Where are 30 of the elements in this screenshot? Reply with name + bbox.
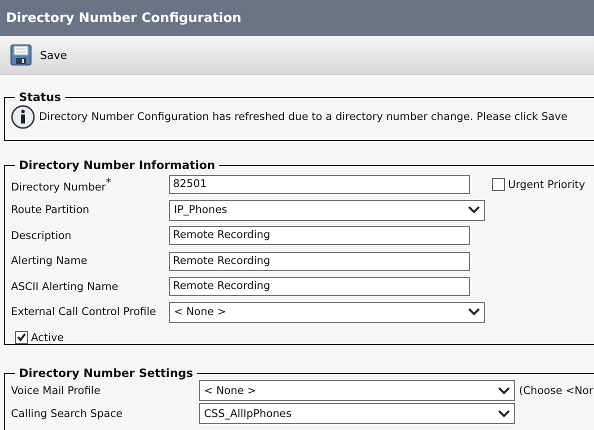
text-field[interactable]: 82501 bbox=[169, 175, 470, 194]
dropdown[interactable]: < None > bbox=[199, 380, 515, 401]
dropdown[interactable]: IP_Phones bbox=[169, 200, 485, 221]
section-legend: Directory Number Settings bbox=[15, 366, 198, 380]
status-message: Directory Number Configuration has refreshed due to a directory number change. Please click Save bbox=[39, 111, 568, 123]
field-label: Route Partition bbox=[11, 204, 90, 216]
field-label: External Call Control Profile bbox=[11, 306, 158, 318]
field-label: Voice Mail Profile bbox=[11, 384, 102, 396]
urgent-priority-checkbox[interactable]: Urgent Priority bbox=[492, 178, 586, 192]
field-label: Calling Search Space bbox=[11, 408, 124, 420]
save-button[interactable]: Save bbox=[8, 42, 70, 68]
dropdown[interactable]: < None > bbox=[169, 302, 485, 323]
active-checkbox[interactable]: Active bbox=[15, 331, 594, 344]
field-label: Description bbox=[11, 230, 72, 242]
chevron-down-icon bbox=[498, 410, 510, 418]
text-field[interactable]: Remote Recording bbox=[169, 277, 470, 296]
checkmark-icon bbox=[16, 332, 27, 343]
section-legend: Directory Number Information bbox=[15, 158, 220, 172]
text-field[interactable]: Remote Recording bbox=[169, 252, 470, 271]
chevron-down-icon bbox=[468, 206, 480, 214]
section-legend: Status bbox=[15, 90, 66, 104]
chevron-down-icon bbox=[468, 308, 480, 316]
window-title: Directory Number Configuration bbox=[6, 10, 242, 26]
dropdown[interactable]: CSS_AllIpPhones bbox=[199, 403, 515, 424]
text-field[interactable]: Remote Recording bbox=[169, 226, 470, 246]
field-label: ASCII Alerting Name bbox=[11, 280, 120, 293]
field-label: Alerting Name bbox=[11, 255, 88, 268]
field-hint: (Choose <Nor bbox=[519, 384, 594, 396]
chevron-down-icon bbox=[498, 386, 510, 394]
info-icon bbox=[11, 105, 35, 129]
